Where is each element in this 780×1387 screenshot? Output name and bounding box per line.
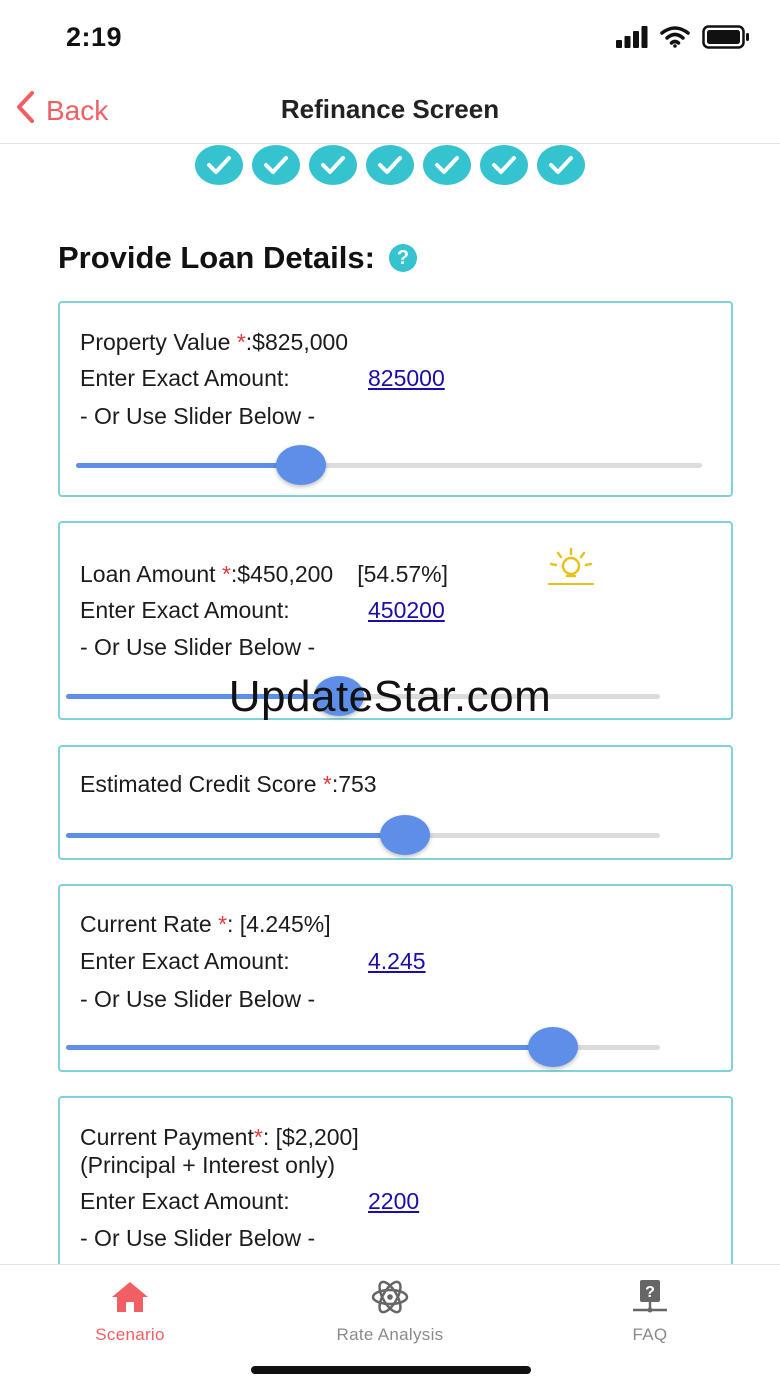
rate-or-slider-text: - Or Use Slider Below -: [80, 986, 316, 1012]
section-heading: Provide Loan Details: ?: [58, 240, 417, 276]
current-payment-label: Current Payment*: [$2,200]: [80, 1124, 359, 1150]
tab-label-rate-analysis: Rate Analysis: [336, 1325, 444, 1344]
rate-exact-label: Enter Exact Amount:: [80, 948, 290, 974]
current-rate-card: Current Rate *: [4.245%] Enter Exact Amo…: [58, 884, 733, 1072]
credit-score-label: Estimated Credit Score *:753: [80, 771, 377, 797]
svg-text:?: ?: [645, 1284, 655, 1301]
question-board-icon: ?: [550, 1277, 750, 1317]
current-payment-note: (Principal + Interest only): [80, 1152, 336, 1178]
slider-thumb[interactable]: [379, 815, 430, 855]
step-complete-icon: [366, 145, 414, 185]
loan-or-slider-text: - Or Use Slider Below -: [80, 634, 316, 660]
step-complete-icon: [195, 145, 243, 185]
lightbulb-icon[interactable]: [546, 547, 596, 592]
status-icons: [616, 24, 750, 54]
step-complete-icon: [252, 145, 300, 185]
help-icon[interactable]: ?: [388, 244, 417, 272]
step-complete-icon: [537, 145, 585, 185]
tab-scenario[interactable]: Scenario: [30, 1277, 230, 1345]
property-value-card: Property Value *:$825,000 Enter Exact Am…: [58, 301, 733, 497]
slider-fill: [76, 463, 302, 468]
slider-thumb[interactable]: [528, 1027, 579, 1067]
status-time: 2:19: [66, 22, 123, 52]
credit-score-card: Estimated Credit Score *:753: [58, 745, 733, 860]
progress-steps: [0, 145, 780, 189]
section-title: Provide Loan Details:: [58, 240, 375, 275]
property-exact-label: Enter Exact Amount:: [80, 365, 290, 391]
payment-exact-label: Enter Exact Amount:: [80, 1188, 290, 1214]
wifi-icon: [660, 25, 690, 53]
loan-exact-amount-link[interactable]: 450200: [368, 597, 445, 624]
loan-exact-label: Enter Exact Amount:: [80, 597, 290, 623]
property-or-slider-text: - Or Use Slider Below -: [80, 403, 316, 429]
current-rate-label: Current Rate *: [4.245%]: [80, 911, 331, 937]
step-complete-icon: [309, 145, 357, 185]
property-value-label: Property Value *:$825,000: [80, 329, 349, 355]
home-indicator: [251, 1366, 531, 1374]
home-icon: [30, 1277, 230, 1317]
battery-icon: [702, 24, 750, 54]
slider-thumb[interactable]: [276, 445, 327, 485]
loan-percent: [54.57%]: [357, 561, 449, 587]
credit-score-slider[interactable]: [66, 814, 660, 858]
tab-label-scenario: Scenario: [95, 1325, 165, 1344]
current-rate-slider[interactable]: [66, 1026, 660, 1070]
tab-rate-analysis[interactable]: Rate Analysis: [290, 1277, 490, 1345]
loan-amount-label: Loan Amount *:$450,200 [54.57%]: [80, 561, 449, 587]
slider-fill: [66, 833, 405, 838]
payment-exact-amount-link[interactable]: 2200: [368, 1188, 419, 1215]
step-complete-icon: [480, 145, 528, 185]
page-title: Refinance Screen: [280, 94, 500, 124]
nav-bar: Back Refinance Screen: [0, 78, 780, 144]
signal-icon: [616, 25, 648, 53]
property-exact-amount-link[interactable]: 825000: [368, 365, 445, 392]
rate-exact-amount-link[interactable]: 4.245: [368, 948, 426, 975]
tab-label-faq: FAQ: [632, 1325, 668, 1344]
watermark-text: UpdateStar.com: [228, 672, 552, 721]
status-bar: 2:19: [0, 0, 780, 78]
tab-faq[interactable]: ? FAQ: [550, 1277, 750, 1345]
slider-fill: [66, 1045, 554, 1050]
payment-or-slider-text: - Or Use Slider Below -: [80, 1225, 316, 1251]
atom-icon: [290, 1277, 490, 1317]
step-complete-icon: [423, 145, 471, 185]
property-value-slider[interactable]: [76, 444, 702, 488]
